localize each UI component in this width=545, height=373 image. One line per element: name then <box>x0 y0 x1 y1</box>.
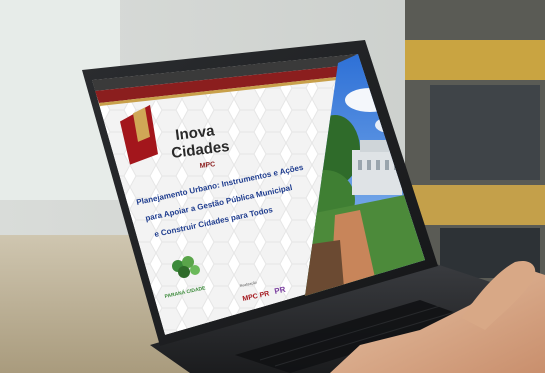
shelf-books <box>430 85 540 180</box>
shelf-board-1 <box>405 40 545 80</box>
laptop-photo: Inova Cidades MPC Planejamento Urbano: I… <box>0 0 545 373</box>
shelf-board-2 <box>405 185 545 225</box>
